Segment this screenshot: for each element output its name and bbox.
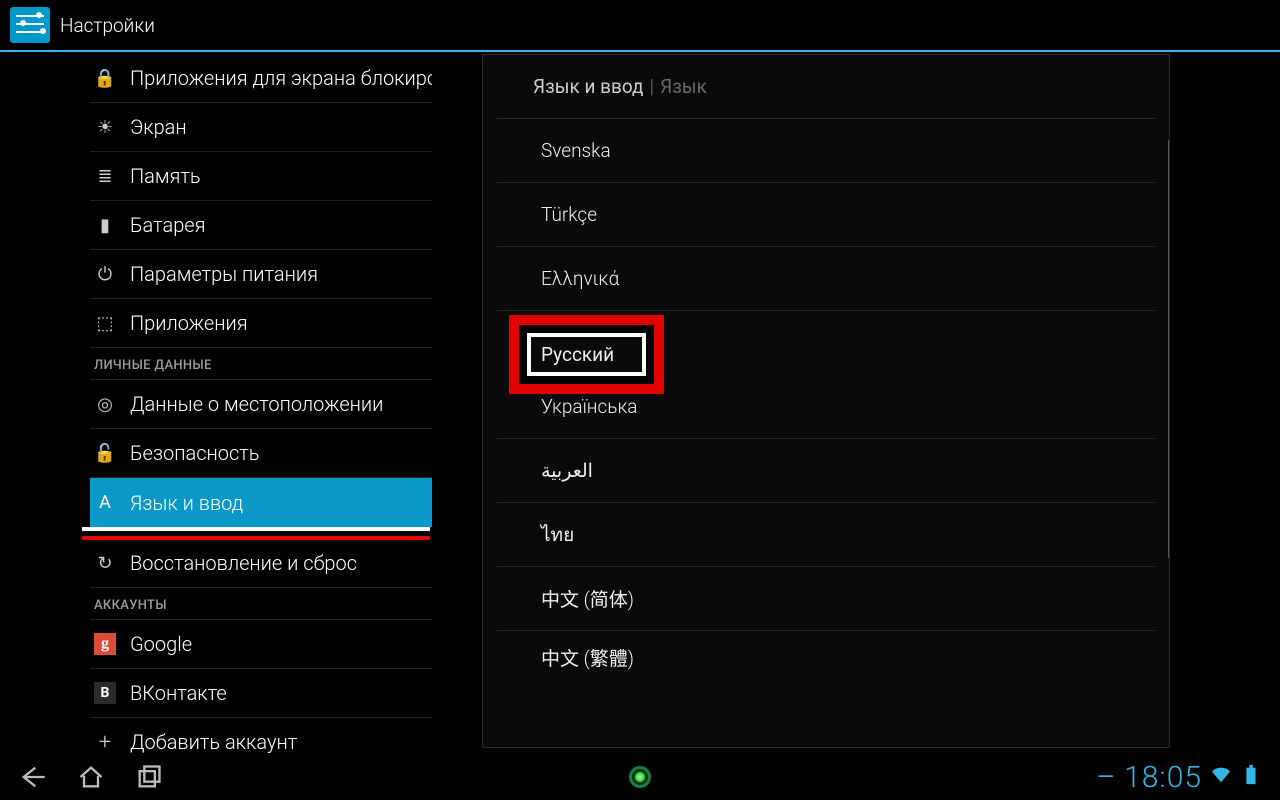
sidebar-item-label: Восстановление и сброс (130, 551, 357, 575)
sidebar-item-label: ВКонтакте (130, 681, 227, 705)
sidebar-item-label: Параметры питания (130, 262, 318, 286)
back-button[interactable] (18, 762, 48, 792)
sidebar-item-backup-reset[interactable]: ↻ Восстановление и сброс (90, 539, 432, 588)
voice-search-button[interactable] (629, 766, 651, 788)
home-button[interactable] (76, 762, 106, 792)
sidebar-item-add-account[interactable]: + Добавить аккаунт (90, 718, 432, 754)
app-title: Настройки (60, 14, 155, 37)
sidebar-item-security[interactable]: 🔓 Безопасность (90, 429, 432, 478)
status-clock[interactable]: 18:05 (1124, 760, 1202, 795)
plus-icon: + (94, 731, 116, 753)
language-option[interactable]: ไทย (497, 503, 1155, 567)
annotation-underline-red (82, 536, 430, 540)
sidebar-item-label: Google (130, 632, 192, 656)
sidebar-item-vkontakte[interactable]: B ВКонтакте (90, 669, 432, 718)
language-option[interactable]: Ελληνικά (497, 247, 1155, 311)
storage-icon: ≣ (94, 165, 116, 187)
breadcrumb-main: Язык и ввод (533, 75, 644, 98)
glow-ring-icon (629, 766, 651, 788)
section-header-personal: ЛИЧНЫЕ ДАННЫЕ (90, 348, 432, 380)
highlighted-language[interactable]: Русский (527, 333, 646, 376)
sidebar-item-label: Добавить аккаунт (130, 730, 297, 754)
section-label: ЛИЧНЫЕ ДАННЫЕ (94, 358, 212, 373)
google-icon: g (94, 633, 116, 655)
display-icon: ☀ (94, 116, 116, 138)
apps-icon: ⬚ (94, 312, 116, 334)
language-option[interactable]: العربية (497, 439, 1155, 503)
main-split: 🔒 Приложения для экрана блокировки ☀ Экр… (0, 54, 1280, 754)
language-option[interactable]: Türkçe (497, 183, 1155, 247)
sidebar-item-label: Приложения (130, 311, 248, 335)
sidebar-item-battery[interactable]: ▮ Батарея (90, 201, 432, 250)
app-bar: Настройки (0, 0, 1280, 52)
breadcrumb-sub: Язык (660, 75, 707, 98)
language-list[interactable]: Svenska Türkçe Ελληνικά Русский Українсь… (483, 119, 1169, 683)
sidebar-item-label: Батарея (130, 213, 206, 237)
detail-pane: Язык и ввод | Язык Svenska Türkçe Ελληνι… (432, 54, 1280, 754)
sidebar-item-language-input[interactable]: A Язык и ввод (90, 478, 432, 527)
sidebar-item-label: Язык и ввод (130, 491, 243, 515)
sidebar-item-location[interactable]: ◎ Данные о местоположении (90, 380, 432, 429)
security-icon: 🔓 (94, 442, 116, 464)
sidebar-item-label: Экран (130, 115, 187, 139)
settings-sidebar: 🔒 Приложения для экрана блокировки ☀ Экр… (0, 54, 432, 754)
sidebar-item-display[interactable]: ☀ Экран (90, 103, 432, 152)
section-label: АККАУНТЫ (94, 598, 167, 613)
sidebar-item-power[interactable]: ⏻ Параметры питания (90, 250, 432, 299)
location-icon: ◎ (94, 393, 116, 415)
lock-icon: 🔒 (94, 67, 116, 89)
sidebar-item-label: Безопасность (130, 441, 260, 465)
recent-apps-button[interactable] (134, 762, 164, 792)
system-nav-bar: — 18:05 (0, 754, 1280, 800)
breadcrumb-separator: | (650, 75, 655, 98)
language-option[interactable]: 中文 (简体) (497, 567, 1155, 631)
language-option[interactable]: Svenska (497, 119, 1155, 183)
section-header-accounts: АККАУНТЫ (90, 588, 432, 620)
sidebar-item-google[interactable]: g Google (90, 620, 432, 669)
scrollbar-thumb[interactable] (1168, 139, 1170, 559)
sidebar-item-lockscreen-apps[interactable]: 🔒 Приложения для экрана блокировки (90, 54, 432, 103)
breadcrumb: Язык и ввод | Язык (497, 55, 1155, 119)
language-option[interactable]: 中文 (繁體) (497, 631, 1155, 683)
power-icon: ⏻ (94, 263, 116, 285)
vk-icon: B (94, 682, 116, 704)
sidebar-item-label: Память (130, 164, 201, 188)
annotation-highlight-box: Русский (509, 315, 664, 394)
sidebar-item-storage[interactable]: ≣ Память (90, 152, 432, 201)
annotation-underline-white (82, 527, 430, 531)
battery-status-icon (1240, 764, 1262, 790)
notification-dash-icon: — (1097, 765, 1114, 790)
sidebar-item-apps[interactable]: ⬚ Приложения (90, 299, 432, 348)
settings-app-icon (10, 7, 50, 43)
language-icon: A (94, 492, 116, 514)
backup-icon: ↻ (94, 552, 116, 574)
sidebar-item-label: Приложения для экрана блокировки (130, 66, 432, 90)
wifi-icon (1210, 764, 1232, 790)
sidebar-item-label: Данные о местоположении (130, 392, 383, 416)
battery-icon: ▮ (94, 214, 116, 236)
